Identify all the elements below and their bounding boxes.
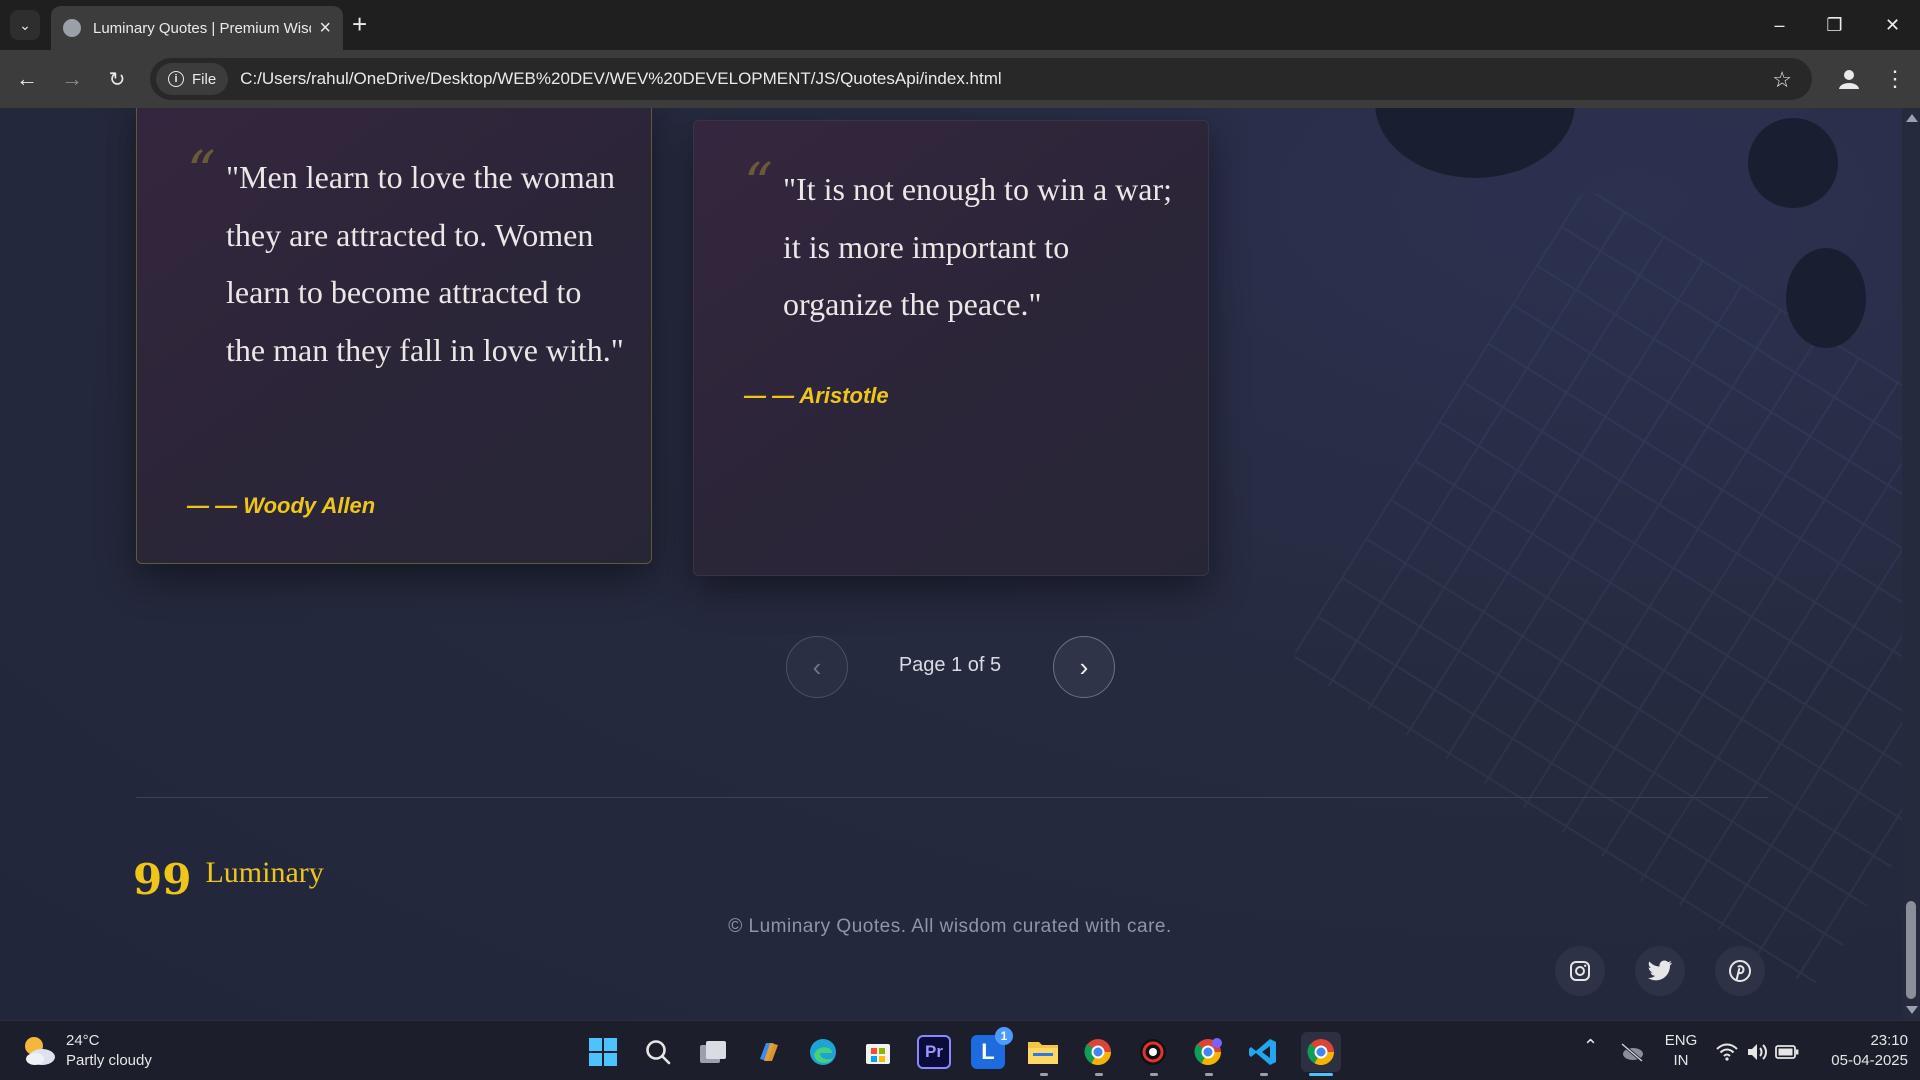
language-code: ENG xyxy=(1664,1032,1698,1049)
site-info-label: File xyxy=(192,70,217,88)
info-icon: i xyxy=(168,71,184,87)
vscode-icon[interactable] xyxy=(1246,1035,1280,1069)
globe-icon xyxy=(63,19,81,37)
weather-description: Partly cloudy xyxy=(66,1052,152,1069)
active-indicator xyxy=(1309,1073,1333,1076)
scroll-down-icon[interactable] xyxy=(1906,1006,1918,1014)
next-page-button[interactable]: › xyxy=(1053,636,1115,698)
screen-recorder-icon[interactable] xyxy=(1136,1035,1170,1069)
minimize-icon[interactable]: – xyxy=(1752,0,1807,50)
running-indicator xyxy=(1095,1073,1103,1076)
quote-card: “ "Men learn to love the woman they are … xyxy=(136,108,652,564)
reload-icon[interactable]: ↻ xyxy=(102,64,132,94)
forward-arrow-icon[interactable]: → xyxy=(57,64,87,94)
quote-author: — — Woody Allen xyxy=(187,493,376,518)
browser-tab[interactable]: Luminary Quotes | Premium Wisdom × xyxy=(51,6,343,50)
scrollbar-thumb[interactable] xyxy=(1906,901,1916,999)
quote-card: “ "It is not enough to win a war; it is … xyxy=(693,120,1209,576)
more-menu-icon[interactable]: ⋮ xyxy=(1880,64,1910,94)
tab-title: Luminary Quotes | Premium Wisdom xyxy=(93,19,311,37)
page-content: “ "Men learn to love the woman they are … xyxy=(0,108,1920,1020)
footer-brand[interactable]: 99 Luminary xyxy=(133,845,324,901)
running-indicator xyxy=(1205,1073,1213,1076)
previous-page-button[interactable]: ‹ xyxy=(786,636,848,698)
restore-icon[interactable]: ❐ xyxy=(1807,0,1862,50)
copyright-text: © Luminary Quotes. All wisdom curated wi… xyxy=(728,916,1172,937)
twitter-icon xyxy=(1648,960,1673,981)
language-indicator[interactable]: ENG IN xyxy=(1660,1031,1702,1071)
windows-start-icon[interactable] xyxy=(586,1035,620,1069)
page-scrollbar[interactable] xyxy=(1902,108,1920,1020)
pinterest-button[interactable] xyxy=(1715,946,1765,996)
windows-taskbar: 24°C Partly cloudy Pr L 1 ⌃ ENG IN 23:10… xyxy=(0,1020,1920,1080)
partly-cloudy-icon xyxy=(20,1032,58,1070)
onedrive-offline-icon[interactable] xyxy=(1615,1035,1649,1069)
tab-search-chevron-icon[interactable]: ⌄ xyxy=(10,10,40,40)
chevron-right-icon: › xyxy=(1079,651,1089,682)
close-window-icon[interactable]: ✕ xyxy=(1865,0,1920,50)
instagram-button[interactable] xyxy=(1555,946,1605,996)
clock[interactable]: 23:10 05-04-2025 xyxy=(1808,1031,1908,1071)
quote-mark-icon: “ xyxy=(187,140,216,205)
browser-tab-bar: ⌄ Luminary Quotes | Premium Wisdom × + –… xyxy=(0,0,1920,50)
browser-toolbar: ← → ↻ i File C:/Users/rahul/OneDrive/Des… xyxy=(0,50,1920,108)
chrome-active-icon[interactable] xyxy=(1301,1032,1341,1072)
pinterest-icon xyxy=(1729,960,1751,982)
back-arrow-icon[interactable]: ← xyxy=(12,64,42,94)
page-indicator: Page 1 of 5 xyxy=(898,654,1002,676)
quote-logo-icon: 99 xyxy=(133,855,192,904)
weather-widget[interactable]: 24°C Partly cloudy xyxy=(20,1031,152,1071)
quote-mark-icon: “ xyxy=(744,152,773,217)
site-info-chip[interactable]: i File xyxy=(156,63,229,95)
background-mouse-image xyxy=(1748,118,1838,208)
notification-badge: 1 xyxy=(995,1027,1013,1045)
weather-temperature: 24°C xyxy=(66,1032,100,1049)
search-icon[interactable] xyxy=(641,1035,675,1069)
region-code: IN xyxy=(1673,1052,1689,1069)
background-cup-image xyxy=(1375,108,1575,178)
clock-date: 05-04-2025 xyxy=(1831,1052,1908,1069)
show-hidden-icons-icon[interactable]: ⌃ xyxy=(1583,1036,1598,1056)
quote-text: "Men learn to love the woman they are at… xyxy=(226,159,624,368)
wifi-icon[interactable] xyxy=(1710,1035,1744,1069)
quote-author: — — Aristotle xyxy=(744,383,889,408)
twitter-button[interactable] xyxy=(1635,946,1685,996)
running-indicator xyxy=(1150,1073,1158,1076)
bookmark-star-icon[interactable]: ☆ xyxy=(1772,67,1792,93)
volume-icon[interactable] xyxy=(1740,1035,1774,1069)
chrome-profile-icon[interactable] xyxy=(1191,1035,1225,1069)
new-tab-button[interactable]: + xyxy=(352,11,367,37)
chevron-left-icon: ‹ xyxy=(812,651,822,682)
clock-time: 23:10 xyxy=(1870,1032,1908,1049)
premiere-pro-icon[interactable]: Pr xyxy=(917,1035,951,1069)
task-view-icon[interactable] xyxy=(696,1035,730,1069)
battery-icon[interactable] xyxy=(1770,1035,1804,1069)
copilot-icon[interactable] xyxy=(752,1035,786,1069)
edge-browser-icon[interactable] xyxy=(806,1035,840,1069)
quote-text: "It is not enough to win a war; it is mo… xyxy=(783,171,1172,322)
profile-icon[interactable] xyxy=(1834,64,1864,94)
instagram-icon xyxy=(1570,961,1590,981)
file-explorer-icon[interactable] xyxy=(1026,1035,1060,1069)
brand-name: Luminary xyxy=(205,856,324,889)
url-text[interactable]: C:/Users/rahul/OneDrive/Desktop/WEB%20DE… xyxy=(240,69,1002,89)
address-bar[interactable]: i File C:/Users/rahul/OneDrive/Desktop/W… xyxy=(150,58,1812,100)
running-indicator xyxy=(1260,1073,1268,1076)
chrome-profile-icon[interactable] xyxy=(1081,1035,1115,1069)
background-earbud-image xyxy=(1786,248,1866,348)
microsoft-store-icon[interactable] xyxy=(861,1035,895,1069)
launcher-app-icon[interactable]: L 1 xyxy=(971,1027,1013,1069)
tab-close-icon[interactable]: × xyxy=(319,18,331,38)
scroll-up-icon[interactable] xyxy=(1906,114,1918,122)
running-indicator xyxy=(1040,1073,1048,1076)
footer-divider xyxy=(136,797,1768,798)
